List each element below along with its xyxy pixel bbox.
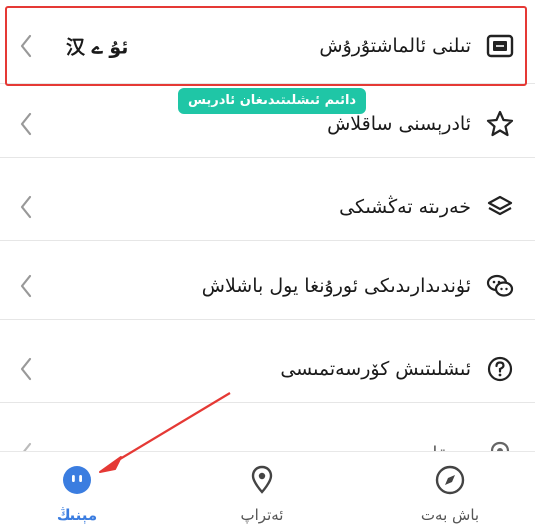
tab-label: ئەتراپ (240, 506, 284, 524)
chevron-left-icon (20, 34, 32, 57)
chevron-left-icon (20, 112, 32, 135)
map-layers-icon (487, 195, 513, 215)
tab-home[interactable]: باش بەت (390, 452, 510, 532)
chevron-left-icon (20, 357, 32, 380)
chevron-left-icon (20, 274, 32, 297)
help-circle-icon (487, 356, 513, 381)
settings-item-label: خەرىتە تەڭشىكى (339, 195, 471, 218)
frequent-address-badge: دائىم ئىشلىتىدىغان ئادرېس (178, 88, 367, 114)
compass-icon (435, 465, 465, 495)
bottom-tab-bar: مېنىڭ ئەتراپ باش بەت (0, 451, 535, 532)
tab-nearby[interactable]: ئەتراپ (202, 452, 322, 532)
star-icon (486, 110, 514, 136)
settings-item-language[interactable]: ئۇ ے 汉 تىلنى ئالماشتۇرۇش (0, 8, 535, 84)
settings-item-usage-guide[interactable]: ئىشلىتىش كۆرسەتمىسى (0, 335, 535, 403)
settings-item-label: تىلنى ئالماشتۇرۇش (319, 34, 471, 57)
robot-face-icon (63, 466, 91, 494)
wechat-icon (486, 274, 514, 297)
settings-item-wechat-navigation[interactable]: ئۈندىدارىدىكى ئورۇنغا يول باشلاش (0, 252, 535, 320)
tab-label: باش بەت (420, 506, 480, 524)
tab-mine[interactable]: مېنىڭ (17, 452, 137, 532)
settings-item-label: ئىشلىتىش كۆرسەتمىسى (280, 357, 471, 380)
language-switch-icon (486, 34, 514, 57)
current-language-value: ئۇ ے 汉 (66, 36, 129, 58)
tab-label: مېنىڭ (56, 506, 98, 524)
chevron-left-icon (20, 195, 32, 218)
settings-item-label: ئۈندىدارىدىكى ئورۇنغا يول باشلاش (201, 274, 471, 297)
settings-item-label: ئادرېسنى ساقلاش (327, 112, 471, 135)
settings-item-map-settings[interactable]: خەرىتە تەڭشىكى (0, 173, 535, 241)
location-pin-icon (251, 465, 273, 494)
